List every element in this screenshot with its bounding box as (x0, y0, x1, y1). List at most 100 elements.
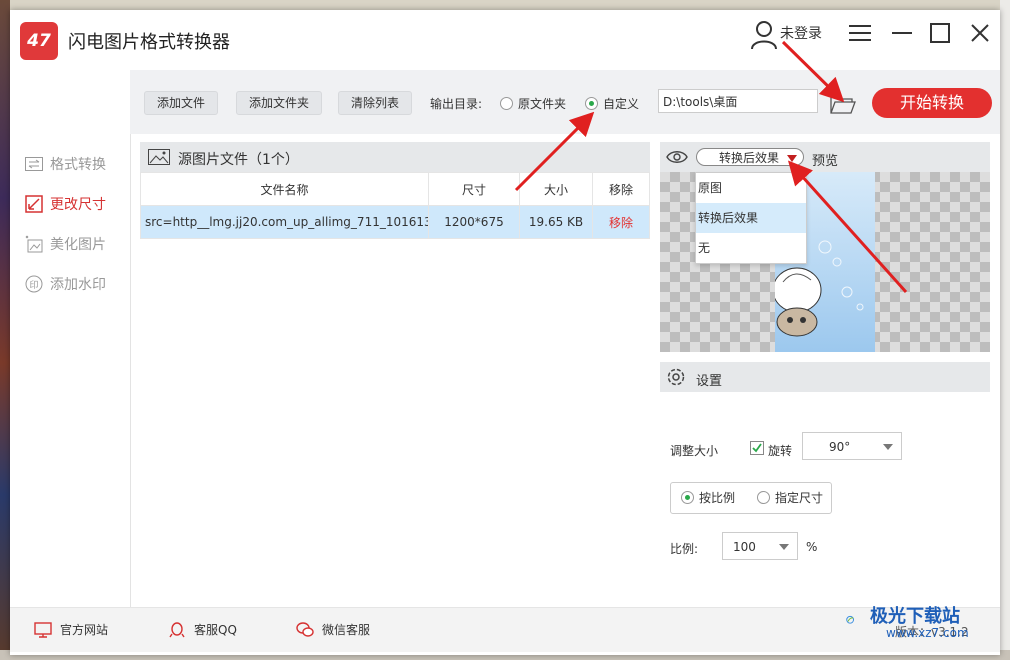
settings-panel: 设置 调整大小 旋转 90° 按比例 指定尺寸 比例: 100 % (660, 362, 990, 602)
sidebar-item-label: 格式转换 (50, 157, 106, 173)
checkmark-icon (752, 443, 762, 453)
preview-label: 预览 (812, 154, 839, 169)
rotate-angle-select[interactable]: 90° (802, 432, 902, 460)
file-dimensions-cell: 1200*675 (428, 205, 520, 239)
sidebar-item-watermark[interactable]: 印 添加水印 (24, 272, 106, 296)
effect-select[interactable]: 转换后效果 (696, 148, 804, 166)
effect-dropdown-menu: 原图 转换后效果 无 (695, 172, 807, 264)
watermark-text: 极光下载站 (870, 606, 960, 627)
ratio-label: 比例: (670, 542, 699, 556)
beautify-icon (24, 234, 44, 254)
radio-original-folder[interactable]: 原文件夹 (500, 95, 566, 112)
app-window: 47 闪电图片格式转换器 未登录 格式转换 更改尺寸 美化图片 印 添加水印 添… (10, 10, 1000, 655)
rotate-checkbox[interactable] (750, 441, 764, 455)
wechat-support-link[interactable]: 微信客服 (296, 621, 370, 638)
percent-unit: % (806, 540, 818, 554)
svg-text:印: 印 (29, 279, 38, 291)
column-header-dimensions: 尺寸 (428, 172, 520, 206)
wechat-support-label: 微信客服 (322, 623, 371, 637)
login-link[interactable]: 未登录 (780, 23, 822, 43)
app-logo: 47 (20, 22, 58, 60)
source-files-header: 源图片文件（1个） (140, 142, 650, 172)
hamburger-icon (849, 25, 871, 41)
chevron-down-icon (787, 155, 797, 162)
menu-button[interactable] (842, 18, 878, 48)
resize-label: 调整大小 (670, 444, 719, 458)
rotate-angle-value: 90° (829, 440, 851, 454)
eye-icon (666, 151, 688, 163)
watermark-url: www.xz7.com (886, 626, 969, 640)
sidebar-item-resize[interactable]: 更改尺寸 (24, 192, 106, 216)
qq-icon (169, 621, 185, 637)
minimize-button[interactable] (884, 18, 920, 48)
radio-icon (757, 491, 770, 504)
source-files-panel: 源图片文件（1个） 文件名称 尺寸 大小 移除 src=http__lmg.jj… (140, 142, 650, 600)
gear-icon (667, 368, 685, 386)
sidebar-item-label: 美化图片 (50, 237, 106, 253)
preview-panel: 转换后效果 预览 原图 转换后效果 无 (660, 142, 990, 352)
radio-icon (500, 97, 513, 110)
clear-list-button[interactable]: 清除列表 (338, 91, 413, 115)
ratio-value: 100 (733, 540, 756, 554)
sidebar-item-label: 添加水印 (50, 277, 106, 293)
radio-by-ratio[interactable]: 按比例 (681, 483, 735, 513)
column-header-size: 大小 (519, 172, 593, 206)
effect-select-value: 转换后效果 (719, 151, 780, 165)
column-header-remove: 移除 (592, 172, 650, 206)
user-icon[interactable] (750, 20, 778, 50)
radio-label: 指定尺寸 (775, 491, 824, 505)
radio-label: 原文件夹 (518, 97, 567, 111)
file-table: 文件名称 尺寸 大小 移除 src=http__lmg.jj20.com_up_… (140, 172, 650, 239)
add-folder-button[interactable]: 添加文件夹 (236, 91, 323, 115)
radio-checked-icon (681, 491, 694, 504)
table-row[interactable]: src=http__lmg.jj20.com_up_allimg_711_101… (140, 205, 650, 239)
app-title: 闪电图片格式转换器 (68, 32, 230, 53)
output-path-input[interactable]: D:\tools\桌面 (658, 89, 818, 113)
effect-option-original[interactable]: 原图 (696, 173, 806, 203)
radio-label: 自定义 (603, 97, 640, 111)
file-name-cell: src=http__lmg.jj20.com_up_allimg_711_101… (140, 205, 429, 239)
toolbar: 添加文件 添加文件夹 清除列表 输出目录: 原文件夹 自定义 D:\tools\… (130, 70, 1000, 134)
sidebar-item-beautify[interactable]: 美化图片 (24, 232, 106, 256)
rotate-label: 旋转 (768, 444, 793, 458)
close-button[interactable] (962, 18, 998, 48)
qq-support-label: 客服QQ (194, 623, 237, 637)
sidebar-item-convert[interactable]: 格式转换 (24, 152, 106, 176)
official-site-label: 官方网站 (60, 623, 109, 637)
official-site-link[interactable]: 官方网站 (34, 621, 108, 638)
effect-option-none[interactable]: 无 (696, 233, 806, 263)
column-header-name: 文件名称 (140, 172, 429, 206)
source-files-title: 源图片文件（1个） (178, 152, 299, 168)
monitor-icon (34, 621, 52, 638)
settings-header: 设置 (660, 362, 990, 392)
start-convert-button[interactable]: 开始转换 (872, 88, 992, 118)
table-header-row: 文件名称 尺寸 大小 移除 (140, 172, 650, 206)
wechat-icon (296, 621, 314, 637)
desktop-left-strip (0, 0, 10, 660)
minimize-icon (892, 32, 912, 34)
output-dir-label: 输出目录: (430, 97, 483, 111)
image-icon (148, 149, 170, 165)
resize-icon (24, 194, 44, 214)
radio-checked-icon (585, 97, 598, 110)
desktop-right-strip (1000, 0, 1010, 660)
watermark-icon: 印 (24, 274, 44, 294)
radio-label: 按比例 (699, 491, 736, 505)
resize-mode-group: 按比例 指定尺寸 (670, 482, 832, 514)
radio-fixed-size[interactable]: 指定尺寸 (757, 483, 823, 513)
chevron-down-icon (779, 544, 789, 550)
chevron-down-icon (883, 444, 893, 450)
preview-header: 转换后效果 预览 (660, 142, 990, 172)
remove-file-link[interactable]: 移除 (592, 205, 650, 239)
ratio-select[interactable]: 100 (722, 532, 798, 560)
folder-open-icon[interactable] (830, 94, 856, 114)
close-icon (971, 24, 989, 42)
settings-title: 设置 (696, 374, 723, 389)
qq-support-link[interactable]: 客服QQ (168, 621, 237, 638)
radio-custom-folder[interactable]: 自定义 (585, 95, 639, 112)
sidebar: 格式转换 更改尺寸 美化图片 印 添加水印 (10, 70, 131, 607)
maximize-button[interactable] (922, 18, 958, 48)
add-file-button[interactable]: 添加文件 (144, 91, 219, 115)
effect-option-converted[interactable]: 转换后效果 (696, 203, 806, 233)
title-bar: 47 闪电图片格式转换器 未登录 (10, 10, 1000, 70)
